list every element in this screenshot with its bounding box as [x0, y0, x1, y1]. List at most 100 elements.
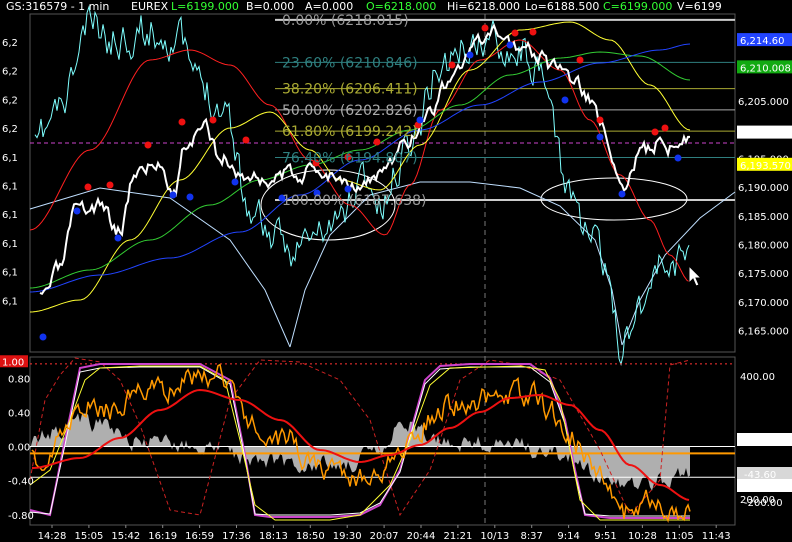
- oscillator-value-tag: -43.60: [737, 467, 792, 481]
- blue-signal-dot: [231, 178, 239, 186]
- time-axis-label: 16:59: [185, 531, 214, 542]
- price-axis-right-label: 6,180.000: [738, 241, 789, 252]
- price-axis-right-label: 6,205.000: [738, 97, 789, 108]
- price-axis-right-label: 6,185.000: [738, 212, 789, 223]
- oscillator-axis-left-label: -0.40: [8, 477, 34, 488]
- blue-signal-dot: [596, 133, 604, 141]
- red-signal-dot: [596, 116, 604, 124]
- oscillator-value-tag: 110.00: [737, 433, 792, 447]
- fib-level-label: 0.00% (6218.015): [282, 13, 409, 29]
- red-signal-dot: [242, 136, 250, 144]
- time-axis-label: 16:19: [148, 531, 177, 542]
- red-signal-dot: [529, 28, 537, 36]
- red-signal-dot: [144, 141, 152, 149]
- red-signal-line: [31, 388, 690, 501]
- yellow-oscillator-line: [29, 365, 690, 521]
- blue-signal-dot: [506, 41, 514, 49]
- price-axis-right-label: 6,190.000: [738, 183, 789, 194]
- red-dashed-envelope: [29, 357, 691, 517]
- fib-level-label: 50.00% (6202.826): [282, 103, 418, 119]
- time-axis-label: 20:44: [407, 531, 436, 542]
- fib-level-label: 61.80% (6199.242): [282, 124, 418, 140]
- oscillator-tag-text: 110.00: [744, 436, 779, 447]
- blue-signal-dot: [674, 154, 682, 162]
- time-axis-label: 21:21: [443, 531, 472, 542]
- price-axis-right-label: 6,165.000: [738, 327, 789, 338]
- blue-signal-dot: [344, 185, 352, 193]
- oscillator-value-tag: -110.00: [737, 479, 792, 493]
- white-stochastic-line: [29, 366, 690, 517]
- price-axis-right-label: 6,170.000: [738, 298, 789, 309]
- blue-signal-dot: [466, 51, 474, 59]
- price-axis-left-label: 6,2: [2, 38, 18, 49]
- time-axis-label: 11:43: [702, 531, 731, 542]
- price-tag: 6,210.008: [737, 60, 792, 74]
- time-axis-label: 15:42: [111, 531, 140, 542]
- price-axis-left-label: 6,1: [2, 296, 18, 307]
- time-axis-label: 9:14: [557, 531, 579, 542]
- price-axis-left-label: 6,1: [2, 268, 18, 279]
- time-axis-label: 17:36: [222, 531, 251, 542]
- time-axis-label: 14:28: [38, 531, 67, 542]
- blue-signal-dot: [561, 96, 569, 104]
- oscillator-axis-left-label: 1.00: [2, 357, 24, 368]
- fib-level-label: 100.00% (6187.638): [282, 193, 426, 209]
- price-tag: 6,193.570: [737, 157, 792, 172]
- blue-signal-dot: [169, 191, 177, 199]
- oscillator-axis-left-label: 0.00: [8, 443, 30, 454]
- price-axis-left-label: 6,1: [2, 182, 18, 193]
- price-axis-left-label: 6,2: [2, 95, 18, 106]
- time-axis-label: 10/13: [480, 531, 509, 542]
- time-axis-label: 9:51: [594, 531, 616, 542]
- red-signal-dot: [209, 116, 217, 124]
- price-axis-right-label: 6,175.000: [738, 269, 789, 280]
- price-tag-text: 6,199.000: [740, 129, 791, 140]
- time-axis-label: 18:50: [296, 531, 325, 542]
- arc-curve: [29, 187, 291, 348]
- time-axis-label: 10:28: [628, 531, 657, 542]
- red-signal-dot: [84, 183, 92, 191]
- red-signal-dot: [661, 124, 669, 132]
- price-axis-left-label: 6,1: [2, 210, 18, 221]
- oscillator-axis-right-label: -200.00: [744, 498, 783, 509]
- time-axis-label: 15:05: [74, 531, 103, 542]
- red-signal-dot: [576, 56, 584, 64]
- fib-level-label: 38.20% (6206.411): [282, 82, 418, 98]
- price-tag-text: 6,214.60: [740, 36, 785, 47]
- oscillator-tag-text: -110.00: [744, 482, 783, 493]
- oscillator-axis-left-label: 0.80: [8, 374, 30, 385]
- blue-signal-dot: [73, 207, 81, 215]
- price-tag: 6,199.000: [737, 125, 792, 140]
- chart-window: GS:316579 - 1 min EUREX L=6199.000 B=0.0…: [0, 0, 792, 542]
- time-axis-label: 11:05: [665, 531, 694, 542]
- red-signal-dot: [651, 128, 659, 136]
- orange-oscillator-line: [31, 363, 691, 524]
- magenta-stochastic-line: [29, 363, 690, 519]
- price-axis-left-label: 6,2: [2, 67, 18, 78]
- oscillator-axis-left-label: -0.80: [8, 511, 34, 522]
- price-tag-text: 6,193.570: [740, 161, 791, 172]
- red-signal-dot: [448, 61, 456, 69]
- price-tag: 6,214.60: [737, 33, 792, 47]
- oscillator-axis-left-label: 0.40: [8, 408, 30, 419]
- price-axis-left-label: 6,2: [2, 124, 18, 135]
- red-signal-dot: [106, 181, 114, 189]
- price-axis-left-label: 6,1: [2, 239, 18, 250]
- price-tag-text: 6,210.008: [740, 63, 791, 74]
- blue-signal-dot: [114, 234, 122, 242]
- fib-level-label: 23.60% (6210.846): [282, 55, 418, 71]
- time-axis-label: 19:30: [333, 531, 362, 542]
- blue-signal-dot: [618, 190, 626, 198]
- fib-level-label: 76.40% (6194.807): [282, 150, 418, 166]
- time-axis-label: 8:37: [520, 531, 542, 542]
- blue-signal-dot: [39, 333, 47, 341]
- time-axis-label: 18:13: [259, 531, 288, 542]
- red-signal-dot: [481, 24, 489, 32]
- arc-curve: [621, 191, 736, 346]
- chart-canvas[interactable]: 0.00% (6218.015) 23.60% (6210.846) 38.20% …: [0, 0, 792, 542]
- price-axis-left-label: 6,1: [2, 153, 18, 164]
- oscillator-axis-right-label: 400.00: [740, 372, 775, 383]
- red-signal-dot: [511, 29, 519, 37]
- time-axis-label: 20:07: [370, 531, 399, 542]
- red-signal-dot: [178, 118, 186, 126]
